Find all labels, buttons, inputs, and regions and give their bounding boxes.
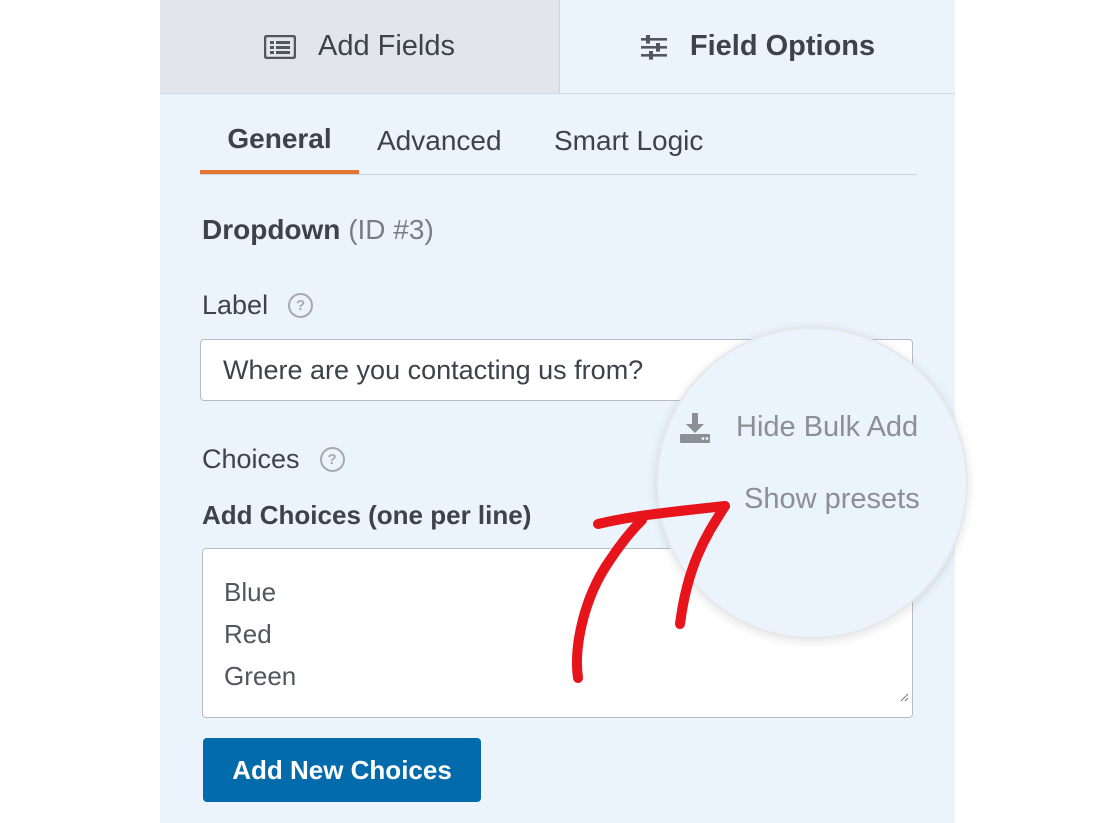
tab-add-fields-label: Add Fields [317,30,455,62]
field-id: (ID #3) [348,214,434,245]
bulk-add-heading: Add Choices (one per line) [202,500,532,530]
sub-tabs: General Advanced Smart Logic [200,108,917,175]
download-icon [678,412,712,443]
tab-smart-logic[interactable]: Smart Logic [554,108,703,174]
label-help-icon[interactable]: ? [288,293,314,318]
annotation-arrow [572,501,730,683]
tab-add-fields[interactable]: Add Fields [160,0,560,93]
choices-help-icon[interactable]: ? [319,447,345,472]
show-presets-link[interactable]: Show presets [744,483,920,516]
choices-title: Choices [202,444,300,474]
tab-general[interactable]: General [200,108,359,174]
tab-field-options[interactable]: Field Options [560,0,955,93]
field-title: Dropdown (ID #3) [202,214,434,246]
hide-bulk-add-label: Hide Bulk Add [736,411,919,443]
tab-advanced[interactable]: Advanced [377,108,502,174]
list-icon [263,34,296,59]
add-new-choices-button[interactable]: Add New Choices [203,738,481,802]
tab-field-options-label: Field Options [689,30,876,62]
field-type-name: Dropdown [202,214,341,245]
choices-row: Choices ? [202,444,345,475]
resize-handle-icon[interactable] [900,672,909,714]
choice-line: Green [224,661,297,691]
top-tabs: Add Fields Field Options [160,0,955,94]
sliders-icon [640,33,668,61]
label-row: Label ? [202,290,314,321]
label-input-value: Where are you contacting us from? [223,354,644,385]
label-title: Label [202,290,269,320]
hide-bulk-add-link[interactable]: Hide Bulk Add [678,411,918,444]
